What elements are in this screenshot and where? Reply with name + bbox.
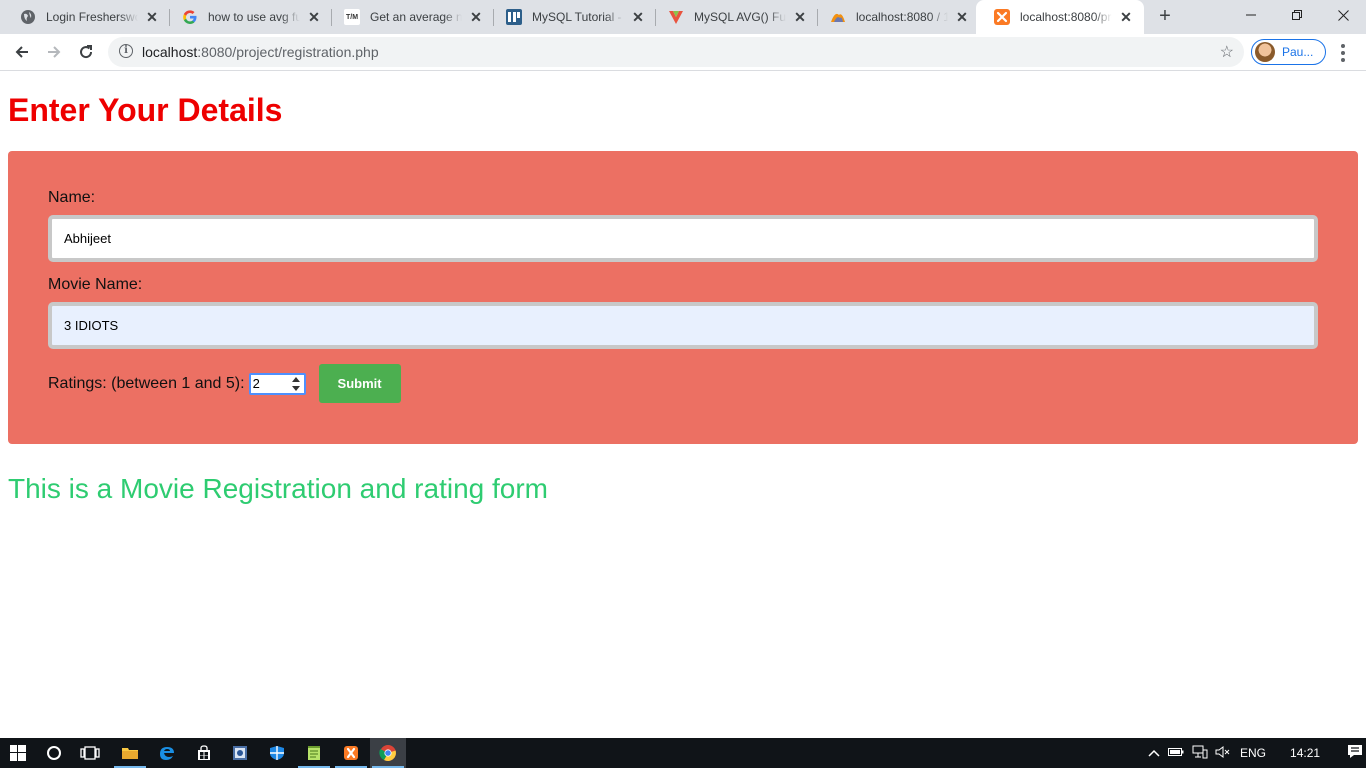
movie-name-input[interactable] (48, 302, 1318, 349)
windows-taskbar: ENG 14:21 (0, 738, 1366, 768)
tab-phpmyadmin[interactable]: localhost:8080 / 12 ✕ (812, 0, 980, 34)
mysql-avg-icon (668, 9, 684, 25)
cortana-circle-icon (47, 746, 61, 760)
browser-toolbar: i localhost:8080/project/registration.ph… (0, 34, 1366, 71)
reload-button[interactable] (72, 38, 100, 66)
edge-icon (160, 747, 174, 760)
restore-button[interactable] (1274, 0, 1320, 30)
tab-registration-active[interactable]: localhost:8080/pro ✕ (976, 0, 1144, 34)
phpmyadmin-icon (830, 9, 846, 25)
xampp-icon (344, 746, 358, 760)
taskbar-notepad[interactable] (296, 738, 332, 768)
close-tab-icon[interactable]: ✕ (144, 9, 160, 25)
tab-strip: Login Fresherswor ✕ how to use avg fu ✕ … (0, 0, 1366, 34)
profile-button[interactable]: Pau... (1251, 39, 1326, 65)
form-description: This is a Movie Registration and rating … (8, 473, 548, 504)
app-window-icon (233, 746, 247, 760)
submit-button[interactable]: Submit (318, 364, 401, 403)
task-view-icon (80, 746, 100, 760)
bookmark-star-icon[interactable]: ☆ (1220, 42, 1234, 62)
forward-button[interactable] (40, 38, 68, 66)
taskbar-store[interactable] (186, 738, 222, 768)
url-text[interactable]: localhost:8080/project/registration.php (142, 44, 379, 60)
ratings-row: Ratings: (between 1 and 5): 2 Submit (48, 364, 401, 403)
close-tab-icon[interactable]: ✕ (954, 9, 970, 25)
registration-form: Name: Movie Name: Ratings: (between 1 an… (8, 151, 1358, 444)
back-arrow-icon (15, 46, 28, 58)
taskbar-app-4[interactable] (222, 738, 258, 768)
search-button[interactable] (38, 738, 70, 768)
name-label: Name: (48, 189, 96, 206)
shield-icon (270, 746, 284, 760)
reload-icon (80, 45, 93, 59)
close-tab-icon[interactable]: ✕ (306, 9, 322, 25)
start-button[interactable] (0, 738, 36, 768)
address-bar[interactable]: i localhost:8080/project/registration.ph… (108, 37, 1244, 67)
store-icon (198, 745, 210, 760)
tm-icon: T/M (344, 9, 360, 25)
globe-icon (20, 9, 36, 25)
ratings-label: Ratings: (between 1 and 5): (48, 374, 245, 392)
notepad-icon (308, 746, 320, 760)
site-info-icon[interactable]: i (119, 44, 133, 58)
network-icon[interactable] (1188, 745, 1212, 762)
spinner-arrows-icon[interactable] (291, 376, 301, 391)
avatar (1255, 42, 1275, 62)
language-indicator[interactable]: ENG (1240, 746, 1266, 760)
show-hidden-icons-chevron-icon[interactable] (1144, 746, 1164, 760)
page-content: Enter Your Details Name: Movie Name: Rat… (0, 71, 1366, 738)
tab-mysql-avg-function[interactable]: MySQL AVG() Func ✕ (650, 0, 818, 34)
close-tab-icon[interactable]: ✕ (1118, 9, 1134, 25)
ratings-number-input[interactable]: 2 (248, 372, 306, 395)
tab-get-an-average[interactable]: T/M Get an average nu ✕ (326, 0, 494, 34)
page-title: Enter Your Details (8, 92, 283, 128)
taskbar-xampp[interactable] (333, 738, 369, 768)
task-view-button[interactable] (73, 738, 107, 768)
close-tab-icon[interactable]: ✕ (468, 9, 484, 25)
back-button[interactable] (8, 38, 36, 66)
forward-arrow-icon (48, 46, 61, 58)
close-window-button[interactable] (1320, 0, 1366, 30)
volume-muted-icon[interactable] (1212, 745, 1234, 761)
system-tray: ENG 14:21 (1144, 738, 1363, 768)
close-tab-icon[interactable]: ✕ (630, 9, 646, 25)
clock[interactable]: 14:21 (1290, 746, 1320, 760)
close-tab-icon[interactable]: ✕ (792, 9, 808, 25)
xampp-icon (994, 9, 1010, 25)
taskbar-defender[interactable] (259, 738, 295, 768)
google-icon (182, 9, 198, 25)
taskbar-chrome[interactable] (370, 738, 406, 768)
new-tab-button[interactable]: + (1153, 5, 1177, 29)
browser-menu-icon[interactable] (1335, 43, 1351, 63)
tab-mysql-tutorial[interactable]: MySQL Tutorial - A ✕ (488, 0, 656, 34)
tab-how-to-use-avg[interactable]: how to use avg fu ✕ (164, 0, 332, 34)
action-center-icon[interactable] (1347, 744, 1363, 762)
tab-login-fresherswor[interactable]: Login Fresherswor ✕ (2, 0, 170, 34)
windows-logo-icon (10, 745, 26, 761)
taskbar-file-explorer[interactable] (112, 738, 148, 768)
mysqltutorial-icon (506, 9, 522, 25)
movie-name-label: Movie Name: (48, 276, 143, 293)
minimize-button[interactable] (1228, 0, 1274, 30)
folder-icon (122, 748, 138, 759)
name-input[interactable] (48, 215, 1318, 262)
chrome-icon (379, 745, 396, 762)
taskbar-edge[interactable] (149, 738, 185, 768)
battery-icon[interactable] (1164, 746, 1188, 760)
